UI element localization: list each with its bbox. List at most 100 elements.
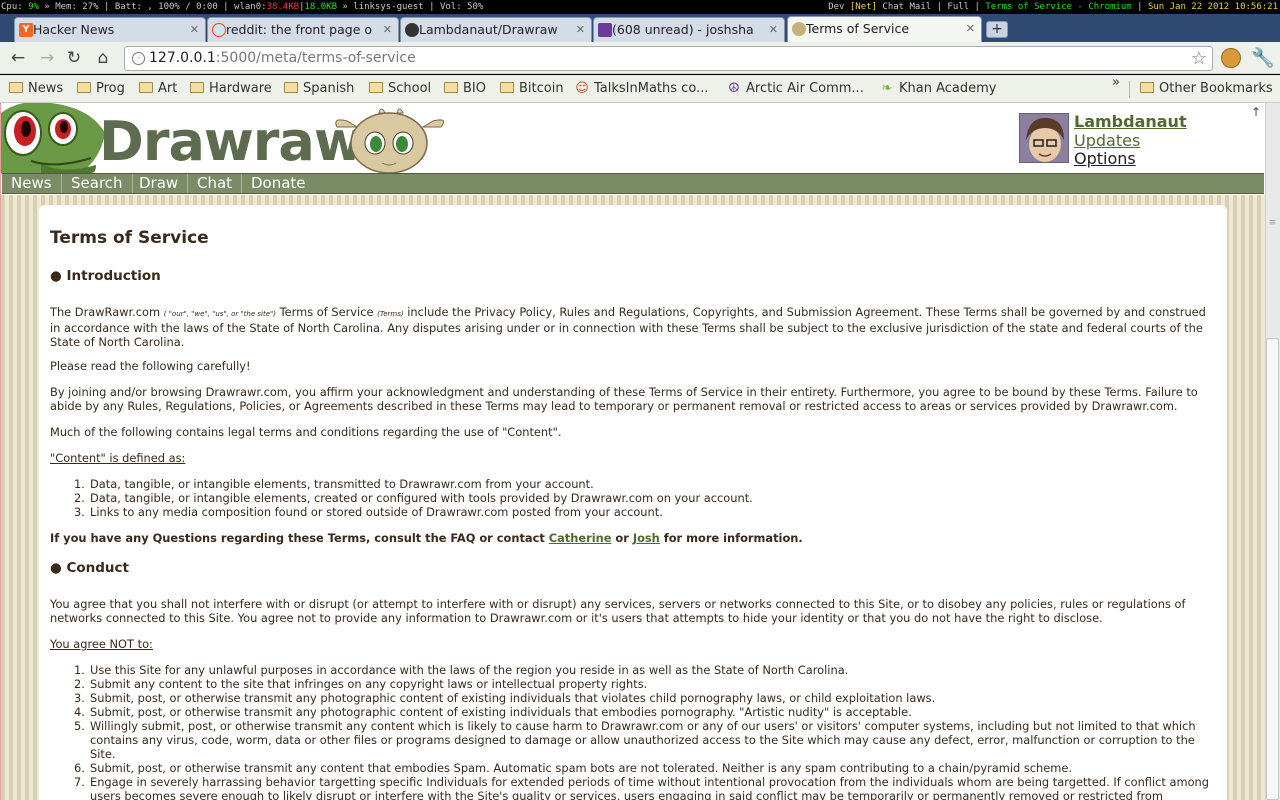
list-item: 6. Submit, post, or otherwise transmit an… (74, 761, 1073, 775)
tab-mail[interactable]: (608 unread) - joshsha ✕ (593, 17, 785, 42)
bookmark-label: TalksInMaths co... (594, 81, 709, 96)
tab-strip: Y Hacker News ✕ reddit: the front page o… (0, 14, 1280, 43)
folder-icon (284, 82, 298, 93)
nav-donate[interactable]: Donate (242, 174, 315, 193)
tab-terms-of-service[interactable]: Terms of Service ✕ (787, 16, 982, 43)
bookmark-news[interactable]: News (9, 79, 63, 99)
bookmark-label: Art (158, 81, 178, 96)
scroll-up-arrow-icon[interactable]: ↑ (1251, 105, 1261, 119)
url-text[interactable]: 127.0.0.1:5000/meta/terms-of-service (149, 47, 416, 70)
bookmark-arctic-air[interactable]: ☮ Arctic Air Comm... (727, 79, 864, 99)
close-icon[interactable]: ✕ (190, 18, 199, 41)
josh-link[interactable]: Josh (633, 531, 660, 545)
tab-label: reddit: the front page o (226, 22, 373, 37)
intro-paragraph-3: By joining and/or browsing Drawrawr.com,… (50, 385, 1198, 413)
tab-label: Hacker News (33, 22, 115, 37)
bookmark-bitcoin[interactable]: Bitcoin (500, 79, 564, 99)
bookmark-khan-academy[interactable]: ❧ Khan Academy (880, 79, 997, 99)
bookmark-bio[interactable]: BIO (444, 79, 486, 99)
download-rate: 38.4KB (266, 2, 300, 12)
bookmark-star-icon[interactable]: ☆ (1191, 48, 1207, 70)
list-item-text: Links to any media composition found or … (90, 505, 663, 519)
close-icon[interactable]: ✕ (966, 17, 975, 40)
new-tab-button[interactable]: + (986, 21, 1008, 38)
globe-icon: ◦ (132, 52, 145, 65)
close-icon[interactable]: ✕ (576, 18, 585, 41)
wrench-icon[interactable]: 🔧 (1251, 46, 1275, 69)
options-link[interactable]: Options (1074, 149, 1136, 168)
mail-icon (598, 23, 612, 37)
bookmark-label: Arctic Air Comm... (746, 81, 864, 96)
bookmarks-overflow-icon[interactable]: » (1112, 75, 1120, 90)
back-icon[interactable]: ← (8, 48, 28, 68)
bookmark-other[interactable]: Other Bookmarks (1140, 79, 1273, 99)
status-text: » Mem: 27% | Batt: , 100% / 0:00 | wlan0… (44, 2, 267, 12)
content-definition-list: 1. Data, tangible, or intangible elements… (74, 477, 1215, 519)
intro-paragraph-4: Much of the following contains legal ter… (50, 425, 562, 439)
leaf-icon: ❧ (881, 81, 893, 96)
nav-draw[interactable]: Draw (130, 174, 189, 193)
tab-github[interactable]: Lambdanaut/Drawraw ✕ (400, 17, 592, 42)
list-item: 4. Submit, post, or otherwise transmit an… (74, 705, 912, 719)
dragon-mascot-icon (1, 103, 105, 173)
list-item: 2. Data, tangible, or intangible elements… (74, 491, 753, 505)
cookie-extension-icon[interactable] (1221, 48, 1241, 68)
drawrawr-icon (792, 22, 806, 36)
avatar[interactable] (1019, 113, 1069, 163)
list-item: 1. Data, tangible, or intangible elements… (74, 477, 594, 491)
bookmark-label: Other Bookmarks (1159, 81, 1273, 96)
bookmark-prog[interactable]: Prog (77, 79, 125, 99)
folder-icon (9, 82, 23, 93)
site-nav: News Search Draw Chat Donate (2, 173, 1264, 194)
conduct-paragraph: You agree that you shall not interfere w… (50, 597, 1186, 625)
cpu-label: Cpu: (1, 2, 23, 12)
bookmark-spanish[interactable]: Spanish (284, 79, 354, 99)
bookmark-art[interactable]: Art (139, 79, 177, 99)
bookmark-label: Prog (96, 81, 125, 96)
updates-link[interactable]: Updates (1074, 131, 1140, 150)
folder-icon (444, 82, 458, 93)
list-item-text: Data, tangible, or intangible elements, … (90, 477, 594, 491)
nav-news[interactable]: News (2, 174, 62, 193)
bookmark-label: Bitcoin (519, 81, 564, 96)
list-item: 7. Engage in severely harrassing behavior… (74, 775, 1215, 800)
bookmark-talksinmaths[interactable]: ☺ TalksInMaths co... (575, 79, 708, 99)
bookmarks-bar: News Prog Art Hardware Spanish School BI… (0, 75, 1280, 103)
folder-icon (1140, 82, 1154, 93)
forward-icon[interactable]: → (37, 48, 57, 68)
nav-chat[interactable]: Chat (188, 174, 243, 193)
list-item-text: Submit, post, or otherwise transmit any … (90, 761, 1073, 775)
reload-icon[interactable]: ↻ (64, 48, 84, 68)
nav-search[interactable]: Search (62, 174, 133, 193)
tab-reddit[interactable]: reddit: the front page o ✕ (207, 17, 399, 42)
list-item-text: Submit, post, or otherwise transmit any … (90, 691, 936, 705)
close-icon[interactable]: ✕ (383, 18, 392, 41)
agree-not-text: You agree NOT to: (50, 637, 153, 651)
scrollbar-thumb[interactable] (1266, 338, 1279, 800)
list-item: 3. Submit, post, or otherwise transmit an… (74, 691, 936, 705)
list-item: 3. Links to any media composition found o… (74, 505, 663, 519)
bookmark-label: Hardware (209, 81, 272, 96)
workspace-net: [Net] (849, 2, 877, 12)
agree-not-label: You agree NOT to: (50, 637, 1212, 651)
list-item-text: Data, tangible, or intangible elements, … (90, 491, 753, 505)
bookmark-school[interactable]: School (369, 79, 431, 99)
user-name-link[interactable]: Lambdanaut (1074, 112, 1187, 131)
tab-hacker-news[interactable]: Y Hacker News ✕ (14, 17, 206, 42)
catherine-link[interactable]: Catherine (549, 531, 612, 545)
bookmark-label: Khan Academy (899, 81, 997, 96)
bookmark-label: BIO (463, 81, 486, 96)
close-icon[interactable]: ✕ (769, 18, 778, 41)
url-host: 127.0.0.1 (149, 50, 216, 66)
home-icon[interactable]: ⌂ (93, 48, 113, 68)
address-bar[interactable]: ◦ 127.0.0.1:5000/meta/terms-of-service ☆ (124, 46, 1213, 71)
list-item-text: Submit, post, or otherwise transmit any … (90, 705, 912, 719)
content-definition-text: "Content" is defined as: (50, 451, 186, 465)
page-title: Terms of Service (50, 228, 209, 248)
section-heading-introduction: ● Introduction (50, 268, 161, 284)
intro-aside: ( "our", "we", "us", or "the site") (163, 310, 276, 318)
tab-label: Terms of Service (806, 21, 910, 36)
list-item: 5. Willingly submit, post, or otherwise t… (74, 719, 1196, 761)
bookmark-hardware[interactable]: Hardware (190, 79, 272, 99)
browser-toolbar: ← → ↻ ⌂ ◦ 127.0.0.1:5000/meta/terms-of-s… (0, 42, 1280, 74)
